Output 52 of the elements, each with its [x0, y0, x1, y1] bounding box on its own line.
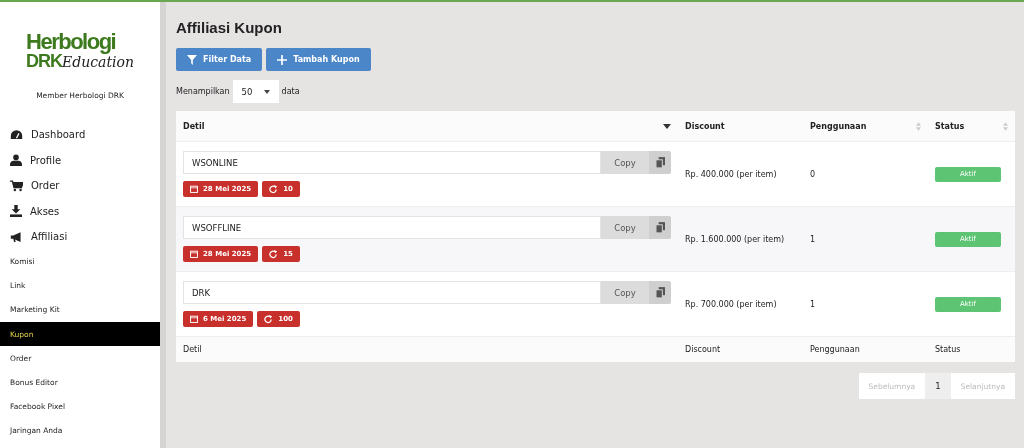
download-icon	[10, 205, 22, 218]
length-select[interactable]: 50	[232, 80, 279, 103]
filter-icon	[187, 54, 197, 65]
table-cell: Rp. 1.600.000 (per item)	[685, 234, 785, 244]
action-button[interactable]: Tambah Kupon	[266, 48, 371, 71]
length-label: Menampilkan	[176, 87, 230, 96]
sidebar-item[interactable]: Profile	[0, 147, 160, 173]
megaphone-icon	[10, 230, 23, 243]
column-header[interactable]: Detil	[183, 121, 205, 131]
page-button[interactable]: 1	[925, 373, 951, 399]
sidebar-item[interactable]: Akses	[0, 198, 160, 224]
calendar-icon	[190, 250, 198, 258]
column-footer: Penggunaan	[810, 345, 860, 354]
calendar-icon	[190, 315, 198, 323]
coupon-code-field[interactable]: DRK	[183, 281, 601, 304]
logo-text: Education	[62, 54, 134, 71]
caret-icon	[263, 89, 270, 94]
table-cell: Rp. 700.000 (per item)	[685, 299, 777, 309]
table-cell: Rp. 400.000 (per item)	[685, 169, 777, 179]
page-title: Affiliasi Kupon	[176, 18, 283, 38]
column-header[interactable]: Discount	[685, 121, 725, 131]
sidebar-item[interactable]: Dashboard	[0, 122, 160, 148]
copy-button[interactable]: Copy	[601, 151, 649, 174]
action-button[interactable]: Filter Data	[176, 48, 263, 71]
logo-text: DRK	[26, 52, 63, 70]
plus-icon	[277, 54, 288, 65]
copy-icon[interactable]	[649, 151, 671, 174]
sort-icon[interactable]	[663, 123, 671, 129]
table-cell: 1	[810, 234, 816, 244]
table-cell: 1	[810, 299, 816, 309]
user-icon	[10, 154, 22, 167]
coupon-code-field[interactable]: WSOFFLINE	[183, 216, 601, 239]
copy-button[interactable]: Copy	[601, 281, 649, 304]
table-cell: 0	[810, 169, 816, 179]
column-footer: Discount	[685, 345, 721, 354]
redo-icon	[269, 249, 279, 259]
copy-icon[interactable]	[649, 281, 671, 304]
copy-button[interactable]: Copy	[601, 216, 649, 239]
column-footer: Detil	[183, 345, 202, 354]
coupon-code-field[interactable]: WSONLINE	[183, 151, 601, 174]
sidebar-item[interactable]: Order	[0, 173, 160, 199]
column-footer: Status	[935, 345, 961, 354]
cart-icon	[10, 179, 23, 192]
redo-icon	[269, 184, 279, 194]
length-label: data	[281, 87, 300, 96]
calendar-icon	[190, 185, 198, 193]
column-header[interactable]: Penggunaan	[810, 121, 867, 131]
redo-icon	[264, 314, 274, 324]
copy-icon[interactable]	[649, 216, 671, 239]
gauge-icon	[10, 128, 23, 141]
sidebar-item[interactable]: Affiliasi	[0, 224, 160, 250]
column-header[interactable]: Status	[935, 121, 965, 131]
